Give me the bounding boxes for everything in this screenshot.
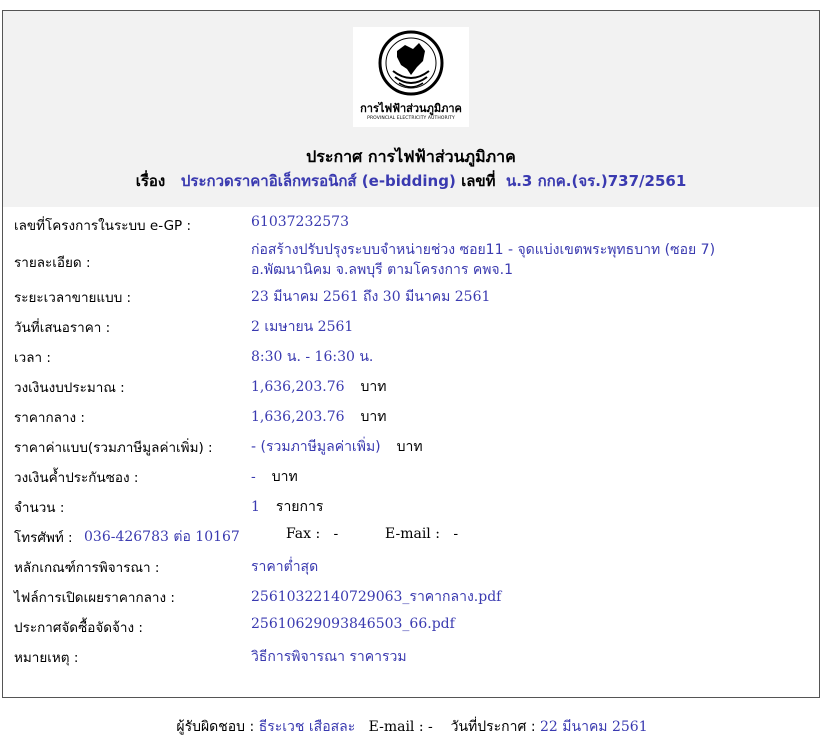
- doc-price-label: ราคาค่าแบบ(รวมภาษีมูลค่าเพิ่ม) :: [14, 440, 213, 456]
- bid-date-label: วันที่เสนอราคา :: [14, 320, 111, 336]
- details-label: รายละเอียด :: [14, 255, 91, 271]
- number-label: เลขที่: [461, 172, 496, 190]
- details-value: ก่อสร้างปรับปรุงระบบจำหน่ายช่วง ซอย11 - …: [251, 240, 715, 280]
- budget-label: วงเงินงบประมาณ :: [14, 380, 125, 396]
- price-file-link[interactable]: 25610322140729063_ราคากลาง.pdf: [251, 586, 501, 608]
- pea-emblem-icon: [378, 30, 444, 96]
- doc-price-unit: บาท: [396, 439, 423, 455]
- fax-label: Fax :: [286, 526, 321, 542]
- responsible-label: ผู้รับผิดชอบ :: [176, 719, 255, 735]
- guarantee-label: วงเงินค้ำประกันซอง :: [14, 470, 139, 486]
- guarantee-value: -: [251, 469, 256, 485]
- project-no-label: เลขที่โครงการในระบบ e-GP :: [14, 218, 192, 234]
- publish-date-label: วันที่ประกาศ :: [450, 719, 536, 735]
- budget-value-wrap: 1,636,203.76 บาท: [251, 376, 387, 398]
- sale-period-label: ระยะเวลาขายแบบ :: [14, 290, 132, 306]
- details-line-2: อ.พัฒนานิคม จ.ลพบุรี ตามโครงการ คพจ.1: [251, 262, 513, 278]
- median-price-value: 1,636,203.76: [251, 409, 345, 425]
- project-no-value: 61037232573: [251, 214, 349, 230]
- price-file-label: ไฟล์การเปิดเผยราคากลาง :: [14, 590, 175, 606]
- median-price-value-wrap: 1,636,203.76 บาท: [251, 406, 387, 428]
- quantity-value: 1: [251, 499, 260, 515]
- details-line-1: ก่อสร้างปรับปรุงระบบจำหน่ายช่วง ซอย11 - …: [251, 242, 716, 258]
- doc-price-value: - (รวมภาษีมูลค่าเพิ่ม): [251, 439, 381, 455]
- criteria-value: ราคาต่ำสุด: [251, 559, 319, 575]
- time-value: 8:30 น. - 16:30 น.: [251, 349, 374, 365]
- guarantee-value-wrap: - บาท: [251, 466, 298, 488]
- email-group: E-mail : -: [385, 526, 458, 542]
- median-price-unit: บาท: [360, 409, 387, 425]
- remark-value: วิธีการพิจารณา ราคารวม: [251, 649, 407, 665]
- quantity-unit: รายการ: [275, 499, 324, 515]
- announcement-title: ประกาศ การไฟฟ้าส่วนภูมิภาค: [306, 147, 516, 166]
- publish-date-value: 22 มีนาคม 2561: [540, 719, 648, 735]
- pea-logo: การไฟฟ้าส่วนภูมิภาค PROVINCIAL ELECTRICI…: [353, 27, 469, 127]
- responsible-name: ธีระเวช เสือสละ: [258, 719, 356, 735]
- subject-line: เรื่อง ประกวดราคาอิเล็กทรอนิกส์ (e-biddi…: [3, 169, 819, 193]
- footer: ผู้รับผิดชอบ : ธีระเวช เสือสละ E-mail : …: [0, 716, 824, 738]
- email-label: E-mail :: [385, 526, 440, 542]
- subject-title: ประกวดราคาอิเล็กทรอนิกส์ (e-bidding): [180, 172, 456, 190]
- time-label: เวลา :: [14, 350, 51, 366]
- remark-label: หมายเหตุ :: [14, 650, 79, 666]
- budget-unit: บาท: [360, 379, 387, 395]
- sale-period-value: 23 มีนาคม 2561 ถึง 30 มีนาคม 2561: [251, 289, 491, 305]
- phone-label: โทรศัพท์ :: [14, 530, 73, 546]
- procure-notice-label: ประกาศจัดซื้อจัดจ้าง :: [14, 620, 143, 636]
- announcement-number: น.3 กกค.(จร.)737/2561: [505, 172, 687, 190]
- org-name-english: PROVINCIAL ELECTRICITY AUTHORITY: [367, 116, 455, 121]
- fax-group: Fax : -: [286, 526, 338, 542]
- fax-value: -: [333, 526, 339, 542]
- doc-price-value-wrap: - (รวมภาษีมูลค่าเพิ่ม) บาท: [251, 436, 423, 458]
- email-value: -: [453, 526, 459, 542]
- quantity-value-wrap: 1 รายการ: [251, 496, 323, 518]
- org-name-thai: การไฟฟ้าส่วนภูมิภาค: [360, 102, 462, 115]
- criteria-label: หลักเกณฑ์การพิจารณา :: [14, 560, 160, 576]
- budget-value: 1,636,203.76: [251, 379, 345, 395]
- quantity-label: จำนวน :: [14, 500, 65, 516]
- phone-value: 036-426783 ต่อ 10167: [84, 529, 240, 545]
- footer-email: E-mail : -: [368, 719, 433, 735]
- median-price-label: ราคากลาง :: [14, 410, 85, 426]
- header-section: การไฟฟ้าส่วนภูมิภาค PROVINCIAL ELECTRICI…: [3, 11, 819, 207]
- subject-label: เรื่อง: [135, 172, 166, 190]
- guarantee-unit: บาท: [271, 469, 298, 485]
- row-details: รายละเอียด : ก่อสร้างปรับปรุงระบบจำหน่าย…: [14, 240, 804, 280]
- bid-date-value: 2 เมษายน 2561: [251, 319, 354, 335]
- procure-notice-link[interactable]: 25610629093846503_66.pdf: [251, 616, 455, 632]
